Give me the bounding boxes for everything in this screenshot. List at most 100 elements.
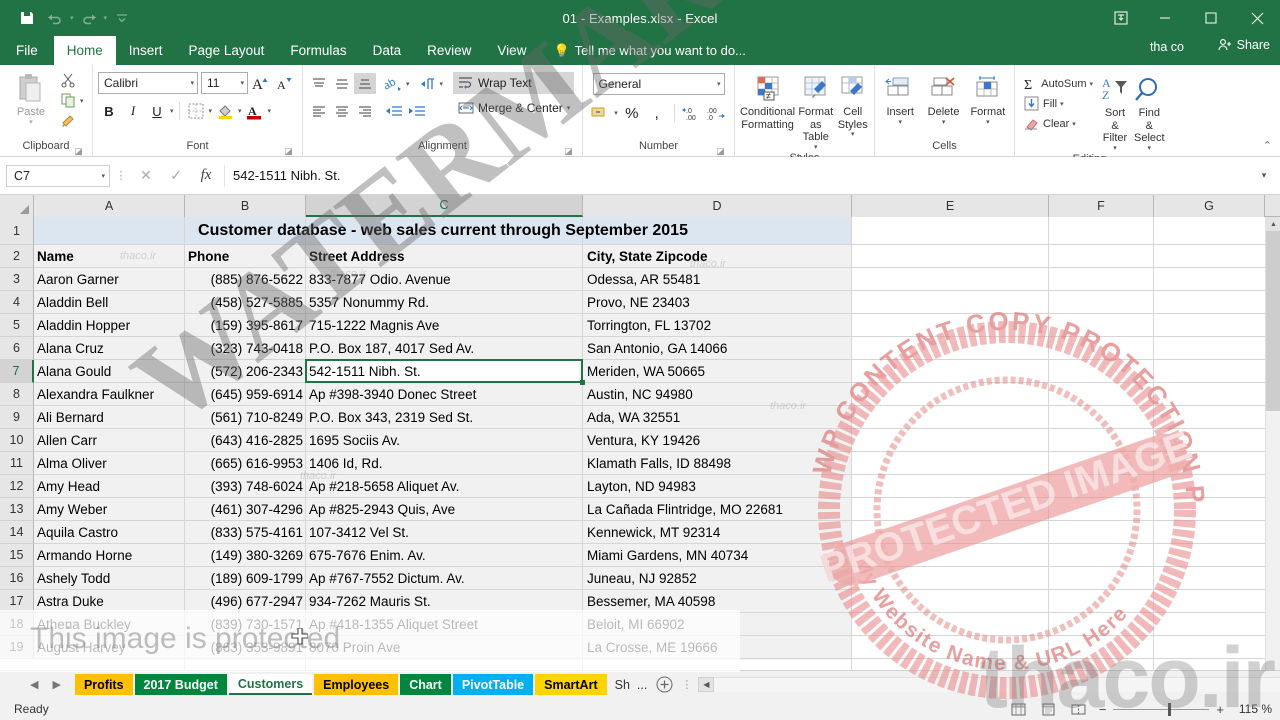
- align-left-icon[interactable]: [308, 100, 330, 121]
- scroll-up-icon[interactable]: ▲: [1266, 217, 1280, 231]
- fill-button[interactable]: Fill ▾: [1020, 94, 1096, 113]
- cell-d9[interactable]: Ada, WA 32551: [587, 406, 849, 429]
- sort-filter-button[interactable]: AZ Sort & Filter ▾: [1100, 71, 1130, 153]
- cell-d4[interactable]: Provo, NE 23403: [587, 291, 849, 314]
- cell-b11[interactable]: (665) 616-9953: [188, 452, 303, 475]
- ribbon-display-options-icon[interactable]: [1100, 0, 1142, 36]
- font-name-combo[interactable]: Calibri ▾: [98, 72, 198, 94]
- cell-a10[interactable]: Allen Carr: [37, 429, 182, 452]
- text-direction-chevron-down-icon[interactable]: ▾: [440, 80, 444, 88]
- column-header-f[interactable]: F: [1049, 195, 1154, 217]
- column-header-b[interactable]: B: [185, 195, 306, 217]
- cell-b10[interactable]: (643) 416-2825: [188, 429, 303, 452]
- cell-c16[interactable]: Ap #767-7552 Dictum. Av.: [309, 567, 579, 590]
- format-painter-button[interactable]: [57, 111, 87, 130]
- row-header-17[interactable]: 17: [0, 590, 34, 613]
- cell-a12[interactable]: Amy Head: [37, 475, 182, 498]
- cell-a9[interactable]: Ali Bernard: [37, 406, 182, 429]
- cell-c13[interactable]: Ap #825-2943 Quis, Ave: [309, 498, 579, 521]
- page-layout-view-icon[interactable]: [1039, 700, 1059, 718]
- sheet-tab-chart[interactable]: Chart: [400, 674, 451, 695]
- cell-c14[interactable]: 107-3412 Vel St.: [309, 521, 579, 544]
- row-header-1[interactable]: 1: [0, 217, 34, 245]
- cell-d14[interactable]: Kennewick, MT 92314: [587, 521, 849, 544]
- cell-d2[interactable]: City, State Zipcode: [587, 245, 849, 268]
- fill-color-chevron-down-icon[interactable]: ▾: [238, 107, 242, 115]
- cell-b2[interactable]: Phone: [188, 245, 303, 268]
- sheet-tab-customers[interactable]: Customers: [228, 674, 313, 695]
- vertical-scrollbar[interactable]: ▲: [1265, 217, 1280, 670]
- increase-indent-icon[interactable]: [406, 100, 428, 121]
- row-header-12[interactable]: 12: [0, 475, 34, 498]
- tab-data[interactable]: Data: [360, 36, 415, 65]
- underline-button[interactable]: U: [146, 100, 168, 122]
- number-format-combo[interactable]: General ▾: [592, 73, 725, 95]
- decrease-decimal-icon[interactable]: .00.0: [706, 102, 728, 124]
- cell-d18[interactable]: Beloit, MI 66902: [587, 613, 849, 636]
- cell-a14[interactable]: Aquila Castro: [37, 521, 182, 544]
- paste-dropdown-icon[interactable]: ▾: [29, 119, 33, 127]
- cell-a19[interactable]: August Harvey: [37, 636, 182, 659]
- increase-font-size-icon[interactable]: A: [251, 72, 273, 94]
- cell-c3[interactable]: 833-7877 Odio. Avenue: [309, 268, 579, 291]
- sheet-tab-profits[interactable]: Profits: [74, 674, 133, 695]
- horizontal-scrollbar[interactable]: ◀: [698, 677, 1280, 692]
- customize-qat-icon[interactable]: [109, 6, 135, 30]
- cell-b6[interactable]: (323) 743-0418: [188, 337, 303, 360]
- cell-b15[interactable]: (149) 380-3269: [188, 544, 303, 567]
- zoom-out-button[interactable]: −: [1099, 702, 1107, 717]
- row-header-11[interactable]: 11: [0, 452, 34, 475]
- cell-d7[interactable]: Meriden, WA 50665: [587, 360, 849, 383]
- horizontal-scroll-track[interactable]: [714, 677, 1280, 692]
- cell-d6[interactable]: San Antonio, GA 14066: [587, 337, 849, 360]
- cell-b19[interactable]: (863) 353-9891: [188, 636, 303, 659]
- scroll-left-icon[interactable]: ◀: [698, 677, 715, 692]
- select-all-corner[interactable]: [0, 195, 34, 217]
- find-select-chevron-down-icon[interactable]: ▾: [1148, 145, 1152, 153]
- align-top-icon[interactable]: [308, 73, 330, 94]
- row-header-4[interactable]: 4: [0, 291, 34, 314]
- formula-input[interactable]: 542-1511 Nibh. St.: [224, 164, 1254, 187]
- page-break-preview-icon[interactable]: [1069, 700, 1089, 718]
- decrease-indent-icon[interactable]: [383, 100, 405, 121]
- sheet-tab-pivottable[interactable]: PivotTable: [452, 674, 534, 695]
- account-name[interactable]: tha co: [1150, 40, 1184, 54]
- cancel-icon[interactable]: ✕: [132, 165, 160, 187]
- enter-icon[interactable]: ✓: [162, 165, 190, 187]
- insert-cells-chevron-down-icon[interactable]: ▾: [898, 119, 902, 127]
- cell-b5[interactable]: (159) 395-8617: [188, 314, 303, 337]
- percent-style-button[interactable]: %: [621, 102, 643, 124]
- cell-d10[interactable]: Ventura, KY 19426: [587, 429, 849, 452]
- cell-c4[interactable]: 5357 Nonummy Rd.: [309, 291, 579, 314]
- cell-d3[interactable]: Odessa, AR 55481: [587, 268, 849, 291]
- row-header-13[interactable]: 13: [0, 498, 34, 521]
- cell-b14[interactable]: (833) 575-4161: [188, 521, 303, 544]
- tab-view[interactable]: View: [484, 36, 539, 65]
- accounting-chevron-down-icon[interactable]: ▾: [614, 109, 618, 117]
- cell-c6[interactable]: P.O. Box 187, 4017 Sed Av.: [309, 337, 579, 360]
- row-header-18[interactable]: 18: [0, 613, 34, 636]
- name-box-chevron-down-icon[interactable]: ▾: [101, 172, 105, 180]
- row-header-2[interactable]: 2: [0, 245, 34, 268]
- sheet-tab-smartart[interactable]: SmartArt: [535, 674, 607, 695]
- row-header-19[interactable]: 19: [0, 636, 34, 659]
- align-right-icon[interactable]: [354, 100, 376, 121]
- zoom-slider[interactable]: − +: [1099, 702, 1224, 717]
- row-header-5[interactable]: 5: [0, 314, 34, 337]
- cell-c9[interactable]: P.O. Box 343, 2319 Sed St.: [309, 406, 579, 429]
- cell-d5[interactable]: Torrington, FL 13702: [587, 314, 849, 337]
- orientation-chevron-down-icon[interactable]: ▾: [406, 80, 410, 88]
- align-center-icon[interactable]: [331, 100, 353, 121]
- cell-a8[interactable]: Alexandra Faulkner: [37, 383, 182, 406]
- font-color-chevron-down-icon[interactable]: ▾: [268, 107, 272, 115]
- add-sheet-icon[interactable]: [653, 674, 675, 696]
- vertical-scroll-thumb[interactable]: [1266, 231, 1280, 411]
- sheet-tab-2017-budget[interactable]: 2017 Budget: [134, 674, 227, 695]
- cell-d12[interactable]: Layton, ND 94983: [587, 475, 849, 498]
- cell-a11[interactable]: Alma Oliver: [37, 452, 182, 475]
- row-header-14[interactable]: 14: [0, 521, 34, 544]
- redo-dropdown-icon[interactable]: ▾: [104, 14, 108, 22]
- zoom-thumb[interactable]: [1168, 702, 1172, 716]
- cell-b16[interactable]: (189) 609-1799: [188, 567, 303, 590]
- save-icon[interactable]: [14, 6, 40, 30]
